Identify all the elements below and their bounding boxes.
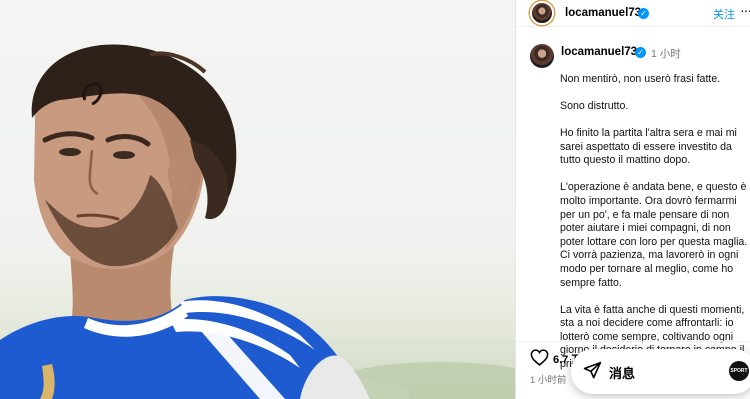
follow-button[interactable]: 关注 — [713, 6, 735, 22]
caption-line: Ho finito la partita l'altra sera e mai … — [560, 126, 737, 167]
post-side-panel: locamanuel73 ✓ 关注 ··· locamanuel73 ✓ 1 小… — [515, 0, 750, 399]
messages-label: 消息 — [609, 366, 636, 381]
post-timestamp: 1 小时前 — [530, 375, 567, 386]
more-options-icon[interactable]: ··· — [740, 2, 750, 18]
verified-badge-icon: ✓ — [638, 8, 649, 19]
caption-line: L'operazione è andata bene, e questo è m… — [560, 181, 748, 289]
caption-line: Non mentirò, non userò frasi fatte. — [560, 72, 721, 85]
messages-avatar: SPORT — [729, 361, 749, 381]
caption-line: Sono distrutto. — [560, 99, 629, 112]
post-header: locamanuel73 ✓ 关注 ··· — [516, 0, 750, 27]
player-photo-illustration — [0, 44, 515, 399]
profile-avatar-icon[interactable] — [530, 1, 554, 25]
paper-plane-icon — [583, 361, 602, 379]
post-photo — [0, 0, 515, 399]
caption-verified-badge-icon: ✓ — [635, 47, 646, 58]
heart-icon[interactable] — [530, 349, 549, 366]
caption-text: Non mentirò, non userò frasi fatte. Sono… — [560, 59, 750, 385]
messages-bar[interactable]: 消息 SPORT — [571, 349, 750, 394]
actions-divider — [516, 341, 750, 342]
header-username[interactable]: locamanuel73 — [565, 7, 641, 19]
caption-avatar[interactable] — [530, 44, 554, 68]
caption-username[interactable]: locamanuel73 — [561, 46, 637, 58]
